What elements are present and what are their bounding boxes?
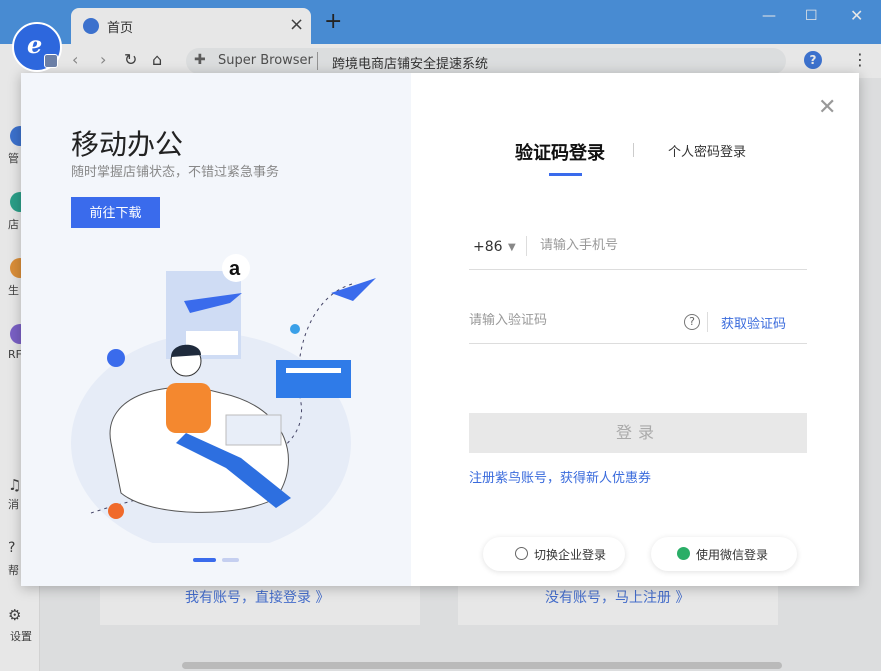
enterprise-login-button[interactable]: 切换企业登录 <box>483 537 625 571</box>
close-modal-icon[interactable]: ✕ <box>818 95 836 120</box>
message-card-line <box>286 368 341 373</box>
wechat-login-button[interactable]: 使用微信登录 <box>651 537 797 571</box>
caret-down-icon[interactable]: ▼ <box>508 242 516 253</box>
active-tab-indicator <box>549 173 582 176</box>
login-button[interactable]: 登录 <box>469 413 807 453</box>
tab-separator <box>633 143 634 157</box>
carousel-dot-active[interactable] <box>193 558 216 562</box>
tab-sms-login[interactable]: 验证码登录 <box>515 139 605 165</box>
message-card <box>276 360 351 398</box>
country-code-separator <box>526 236 527 256</box>
country-code-select[interactable]: +86 <box>473 239 503 255</box>
amazon-logo-icon: a <box>229 258 241 280</box>
person-torso <box>166 383 211 433</box>
dot-blue <box>290 324 300 334</box>
tab-password-login[interactable]: 个人密码登录 <box>668 141 746 160</box>
wechat-icon <box>677 547 690 560</box>
code-separator <box>707 312 708 332</box>
register-link[interactable]: 注册紫鸟账号，获得新人优惠券 <box>469 467 651 486</box>
phone-underline <box>469 269 807 270</box>
promo-subheading: 随时掌握店铺状态，不错过紧急事务 <box>71 165 280 180</box>
laptop-icon <box>225 414 282 446</box>
code-input[interactable] <box>469 313 669 328</box>
code-underline <box>469 343 807 344</box>
wechat-login-label: 使用微信登录 <box>696 548 769 562</box>
logo-e-icon: ℯ <box>27 31 43 59</box>
enterprise-login-label: 切换企业登录 <box>534 548 607 562</box>
chat-bubble-icon <box>107 349 125 367</box>
download-button[interactable]: 前往下载 <box>71 197 160 228</box>
promo-panel: 移动办公 随时掌握店铺状态，不错过紧急事务 前往下载 a <box>21 73 411 586</box>
get-code-button[interactable]: 获取验证码 <box>721 313 786 332</box>
question-circle-icon <box>515 547 528 560</box>
question-icon[interactable]: ? <box>684 314 700 330</box>
promo-heading: 移动办公 <box>71 128 184 161</box>
paper-plane-icon <box>331 278 376 301</box>
login-modal: 移动办公 随时掌握店铺状态，不错过紧急事务 前往下载 a ✕ 验证码登录 个人密… <box>21 73 859 586</box>
mobile-office-illustration: a <box>71 254 376 543</box>
carousel-dot[interactable] <box>222 558 239 562</box>
lock-icon <box>44 54 58 68</box>
phone-input[interactable] <box>540 238 800 253</box>
app-logo: ℯ <box>12 22 62 72</box>
dot-orange <box>108 503 124 519</box>
